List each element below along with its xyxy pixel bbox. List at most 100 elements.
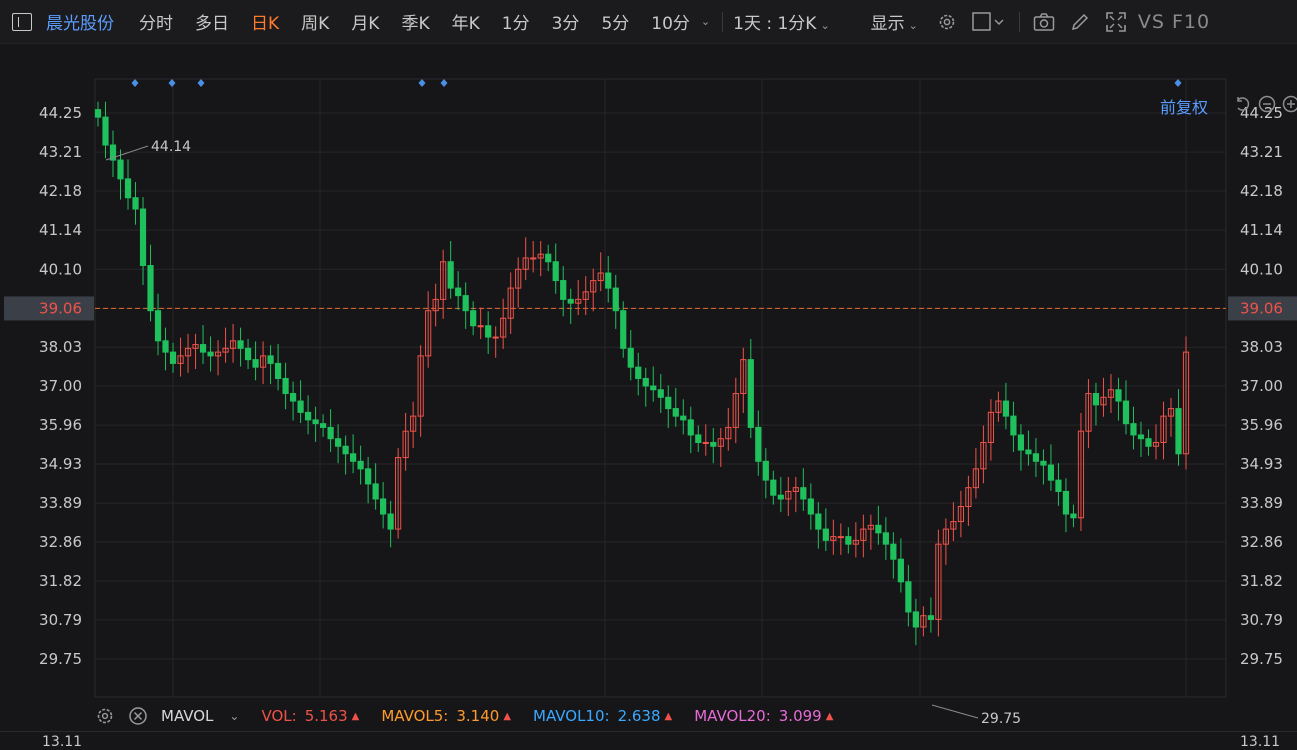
vs-f10-button[interactable]: VS F10: [1138, 11, 1210, 33]
period-tab[interactable]: 多日: [184, 9, 240, 34]
candle-body: [328, 427, 333, 438]
adjust-mode-label[interactable]: 前复权: [1160, 94, 1208, 118]
kline-chart-area[interactable]: 44.2543.2143.2142.1842.1841.1441.1440.10…: [0, 44, 1297, 744]
period-tab[interactable]: 10分: [640, 9, 701, 34]
y-axis-tick-label-right: 32.86: [1240, 533, 1283, 551]
reset-icon[interactable]: [1234, 95, 1252, 113]
candle-body: [103, 117, 108, 145]
y-axis-tick-label-right: 41.14: [1240, 221, 1283, 239]
candle-body: [673, 409, 678, 417]
candle-body: [666, 397, 671, 408]
candle-body: [478, 326, 483, 327]
y-axis-tick-label-left: 34.93: [39, 455, 82, 473]
y-axis-tick-label-left: 30.79: [39, 611, 82, 629]
candle-body: [456, 288, 461, 296]
candle-body: [388, 514, 393, 529]
period-tab[interactable]: 季K: [390, 9, 440, 34]
y-axis-tick-label-left: 32.86: [39, 533, 82, 551]
candle-body: [681, 416, 686, 420]
more-periods-chevron-down-icon[interactable]: ⌄: [701, 15, 710, 28]
event-marker-diamond: [132, 79, 139, 87]
candle-body: [1011, 416, 1016, 435]
y-axis-tick-label-right: 37.00: [1240, 377, 1283, 395]
candle-body: [628, 348, 633, 367]
y-axis-tick-label-left: 44.25: [39, 104, 82, 122]
period-tab[interactable]: 周K: [290, 9, 340, 34]
candle-body: [1138, 435, 1143, 439]
y-axis-tick-label-left: 43.21: [39, 143, 82, 161]
period-tab[interactable]: 年K: [441, 9, 491, 34]
candle-body: [163, 341, 168, 352]
candle-body: [928, 616, 933, 620]
candle-body: [336, 439, 341, 447]
trend-up-icon: ▲: [826, 711, 834, 722]
candle-body: [1123, 401, 1128, 424]
trend-up-icon: ▲: [665, 711, 673, 722]
candle-body: [1071, 514, 1076, 518]
indicator-settings-gear-icon[interactable]: [95, 706, 115, 726]
indicator-name[interactable]: MAVOL: [161, 707, 213, 725]
candle-body: [253, 360, 258, 368]
indicator-label: MAVOL5:: [381, 707, 448, 725]
display-menu[interactable]: 显示⌄: [860, 9, 929, 34]
candle-body: [913, 612, 918, 627]
candle-body: [1131, 424, 1136, 435]
candle-body: [636, 367, 641, 378]
y-axis-tick-label-left: 31.82: [39, 572, 82, 590]
period-tab[interactable]: 日K: [240, 9, 290, 34]
candle-body: [373, 484, 378, 499]
candle-body: [891, 544, 896, 559]
candle-body: [463, 296, 468, 311]
period-tab[interactable]: 月K: [340, 9, 390, 34]
candle-body: [876, 525, 881, 533]
candle-body: [531, 258, 536, 259]
volume-indicator-bar: MAVOL ⌄ VOL:5.163▲MAVOL5:3.140▲MAVOL10:2…: [95, 703, 833, 729]
trend-up-icon: ▲: [352, 711, 360, 722]
period-tab[interactable]: 分时: [128, 9, 184, 34]
period-tab[interactable]: 5分: [590, 9, 640, 34]
interval-select-label: 1天 : 1分K: [733, 14, 816, 34]
y-axis-tick-label-left: 29.75: [39, 650, 82, 668]
candle-body: [95, 110, 100, 118]
fullscreen-icon[interactable]: [1105, 11, 1127, 33]
candlestick-chart[interactable]: 44.2543.2143.2142.1842.1841.1441.1440.10…: [0, 44, 1297, 744]
candle-body: [801, 488, 806, 499]
period-tab[interactable]: 3分: [541, 9, 591, 34]
candle-body: [643, 378, 648, 386]
indicator-close-icon[interactable]: [128, 706, 148, 726]
indicator-values: VOL:5.163▲MAVOL5:3.140▲MAVOL10:2.638▲MAV…: [239, 707, 833, 725]
pencil-draw-icon[interactable]: [1069, 11, 1091, 33]
candle-body: [1048, 465, 1053, 480]
low-price-label: 29.75: [981, 711, 1021, 727]
y-axis-tick-label-right: 35.96: [1240, 416, 1283, 434]
candle-body: [756, 427, 761, 461]
candle-body: [711, 442, 716, 446]
candle-body: [313, 420, 318, 424]
candle-body: [493, 337, 498, 338]
y-axis-tick-label-right: 34.93: [1240, 455, 1283, 473]
indicator-chevron-down-icon[interactable]: ⌄: [229, 709, 239, 723]
zoom-in-icon[interactable]: [1282, 95, 1297, 113]
sidebar-toggle-icon[interactable]: [12, 13, 32, 31]
period-tab[interactable]: 1分: [491, 9, 541, 34]
candle-body: [1026, 450, 1031, 454]
candle-body: [546, 254, 551, 262]
camera-icon[interactable]: [1033, 11, 1055, 33]
candle-body: [208, 352, 213, 356]
candle-body: [321, 424, 326, 428]
candle-body: [703, 442, 708, 443]
low-annotation-line: [932, 705, 978, 718]
stock-name[interactable]: 晨光股份: [46, 9, 114, 34]
candle-body: [883, 533, 888, 544]
layout-square-icon[interactable]: [972, 11, 1006, 33]
zoom-out-icon[interactable]: [1258, 95, 1276, 113]
candle-body: [778, 495, 783, 499]
settings-gear-icon[interactable]: [936, 11, 958, 33]
interval-select[interactable]: 1天 : 1分K⌄: [729, 9, 834, 34]
candle-body: [688, 420, 693, 435]
candle-body: [125, 179, 130, 198]
trend-up-icon: ▲: [503, 711, 511, 722]
candle-body: [140, 209, 145, 265]
indicator-value: 3.140: [456, 707, 499, 725]
event-marker-diamond: [198, 79, 205, 87]
